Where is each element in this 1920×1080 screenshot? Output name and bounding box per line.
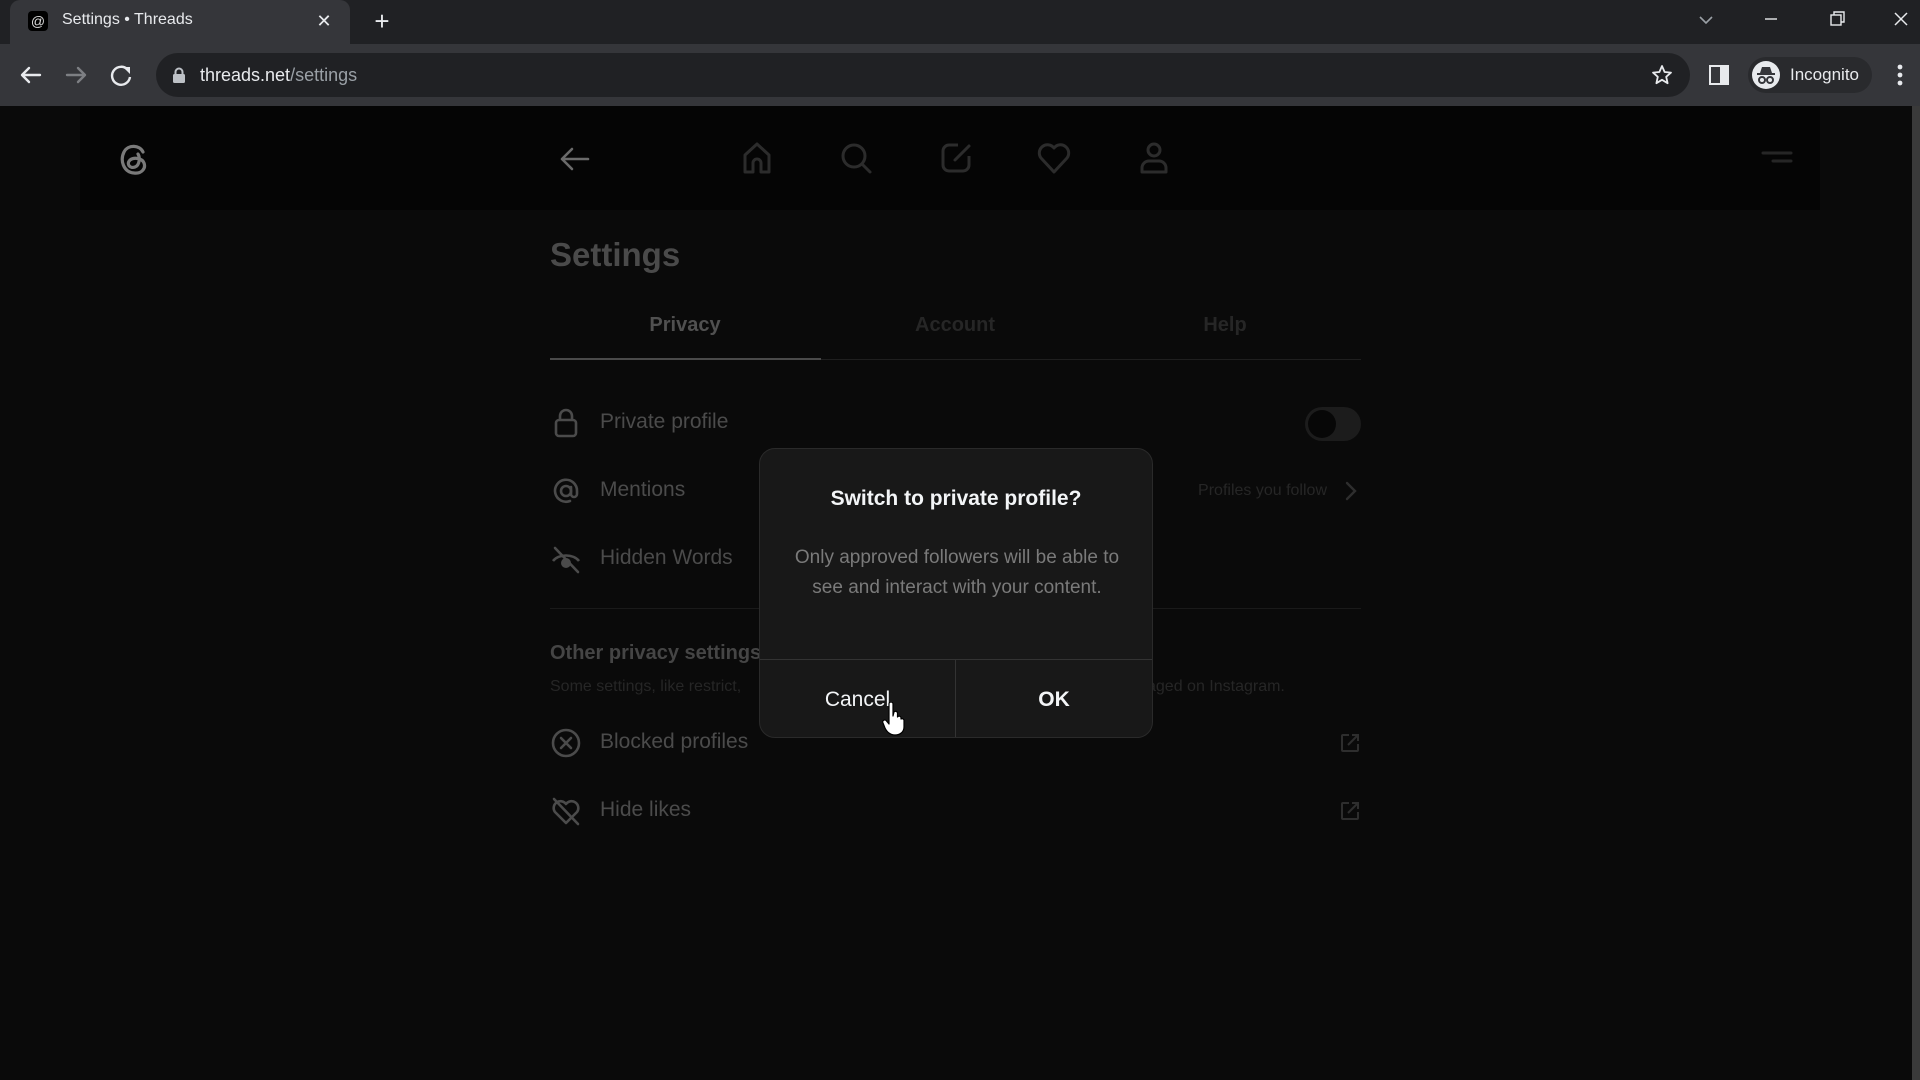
eye-off-icon bbox=[550, 543, 582, 575]
dialog-actions: Cancel OK bbox=[760, 659, 1152, 737]
profile-icon[interactable] bbox=[1134, 138, 1174, 178]
chevron-right-icon bbox=[1339, 479, 1361, 503]
page-scrollbar[interactable] bbox=[1912, 106, 1920, 1080]
home-icon[interactable] bbox=[737, 138, 777, 178]
reload-icon[interactable] bbox=[104, 58, 138, 92]
lock-icon bbox=[550, 407, 582, 439]
dialog-title: Switch to private profile? bbox=[830, 487, 1082, 510]
compose-icon[interactable] bbox=[936, 138, 976, 178]
side-panel-icon[interactable] bbox=[1706, 62, 1732, 88]
subtitle-left: Some settings, like restrict, bbox=[550, 678, 742, 695]
minimize-icon[interactable] bbox=[1756, 4, 1786, 34]
active-tab-indicator bbox=[550, 358, 821, 360]
back-arrow-icon[interactable] bbox=[556, 140, 594, 178]
threads-favicon-icon: @ bbox=[28, 11, 48, 31]
private-profile-dialog: Switch to private profile? Only approved… bbox=[759, 448, 1153, 738]
back-icon[interactable] bbox=[14, 58, 48, 92]
setting-label: Hide likes bbox=[600, 798, 692, 821]
forward-icon[interactable] bbox=[59, 58, 93, 92]
private-profile-toggle[interactable] bbox=[1305, 407, 1361, 441]
toggle-knob bbox=[1308, 410, 1336, 438]
menu-icon[interactable] bbox=[1760, 144, 1794, 170]
tab-privacy[interactable]: Privacy bbox=[550, 292, 820, 358]
browser-tab[interactable]: @ Settings • Threads ✕ bbox=[10, 0, 350, 44]
hand-cursor-icon bbox=[882, 702, 906, 736]
address-bar[interactable]: threads.net/settings bbox=[156, 53, 1690, 97]
setting-private-profile[interactable]: Private profile bbox=[550, 398, 1361, 448]
incognito-profile-button[interactable]: Incognito bbox=[1748, 57, 1872, 93]
url-path: /settings bbox=[290, 65, 358, 85]
at-icon bbox=[550, 475, 582, 507]
lock-icon[interactable] bbox=[170, 66, 188, 84]
external-link-icon bbox=[1339, 732, 1361, 754]
new-tab-button[interactable]: + bbox=[368, 8, 396, 36]
incognito-icon bbox=[1752, 61, 1780, 89]
other-privacy-subtitle: Some settings, like restrict, aged on In… bbox=[550, 678, 1285, 696]
threads-logo-icon[interactable] bbox=[112, 137, 156, 181]
heart-icon[interactable] bbox=[1034, 138, 1074, 178]
dialog-body: Only approved followers will be able to … bbox=[794, 547, 1120, 598]
bookmark-star-icon[interactable] bbox=[1650, 63, 1674, 87]
cancel-button[interactable]: Cancel bbox=[760, 660, 956, 737]
mentions-value: Profiles you follow bbox=[1198, 482, 1327, 499]
tab-account[interactable]: Account bbox=[820, 292, 1090, 358]
setting-label: Blocked profiles bbox=[600, 730, 749, 753]
restore-icon[interactable] bbox=[1822, 4, 1852, 34]
browser-toolbar: threads.net/settings Incognito bbox=[0, 44, 1920, 106]
tab-search-icon[interactable] bbox=[1692, 6, 1720, 34]
setting-hide-likes[interactable]: Hide likes bbox=[550, 786, 1361, 836]
url-text[interactable]: threads.net/settings bbox=[200, 65, 357, 86]
kebab-menu-icon[interactable] bbox=[1890, 60, 1910, 90]
url-host: threads.net bbox=[200, 65, 291, 85]
heart-off-icon bbox=[550, 795, 582, 827]
search-icon[interactable] bbox=[836, 138, 876, 178]
blocked-icon bbox=[550, 727, 582, 759]
tab-title: Settings • Threads bbox=[62, 11, 193, 28]
page-title: Settings bbox=[550, 236, 681, 273]
settings-tabs: Privacy Account Help bbox=[550, 292, 1361, 360]
external-link-icon bbox=[1339, 800, 1361, 822]
subtitle-right: aged on Instagram. bbox=[1147, 678, 1285, 695]
close-window-icon[interactable] bbox=[1886, 4, 1916, 34]
browser-tab-bar: @ Settings • Threads ✕ + bbox=[0, 0, 1920, 44]
other-privacy-title: Other privacy settings bbox=[550, 642, 762, 664]
tab-help[interactable]: Help bbox=[1090, 292, 1360, 358]
incognito-label: Incognito bbox=[1790, 65, 1859, 84]
ok-button[interactable]: OK bbox=[956, 660, 1152, 737]
setting-label: Private profile bbox=[600, 410, 729, 433]
setting-label: Hidden Words bbox=[600, 546, 733, 569]
tab-close-icon[interactable]: ✕ bbox=[312, 9, 336, 33]
setting-label: Mentions bbox=[600, 478, 686, 501]
